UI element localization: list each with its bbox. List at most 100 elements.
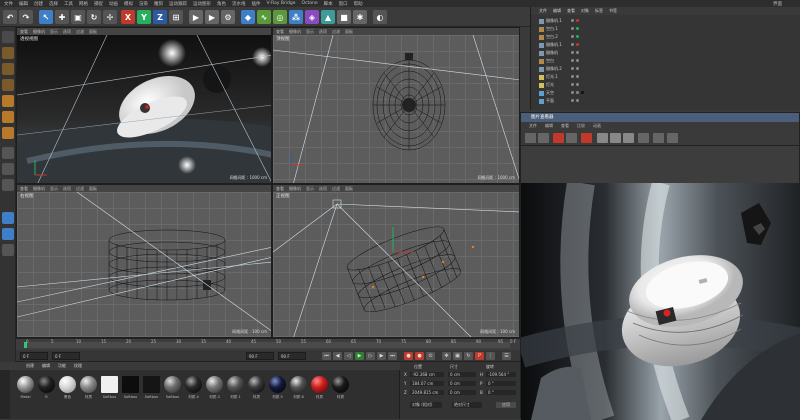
position-key-icon[interactable]: ✥: [442, 352, 451, 360]
viewport-right[interactable]: 查看 摄像机 显示 选项 过滤 面板 右视图 网格间距 : 100 cm: [16, 184, 272, 338]
prev-key-icon[interactable]: ◀: [333, 352, 342, 360]
autokey-icon[interactable]: ●: [415, 352, 424, 360]
vp-menu-view[interactable]: 查看: [276, 186, 284, 192]
render-to-picture-viewer-icon[interactable]: ▶: [205, 10, 219, 24]
object-row[interactable]: 空白.2: [539, 34, 579, 40]
object-visibility[interactable]: [571, 26, 581, 31]
param-key-icon[interactable]: P: [475, 352, 484, 360]
vp-menu-cameras[interactable]: 摄像机: [289, 29, 301, 35]
rotation-b-field[interactable]: 0 °: [486, 390, 516, 395]
spline-icon[interactable]: ∿: [257, 10, 271, 24]
scale-icon[interactable]: ▣: [71, 10, 85, 24]
vp-menu-panel[interactable]: 面板: [89, 186, 97, 192]
apply-button[interactable]: 应用: [496, 402, 516, 408]
menu-create[interactable]: 创建: [34, 1, 43, 7]
pv-menu-animation[interactable]: 动画: [593, 123, 601, 129]
vp-menu-filter[interactable]: 过滤: [332, 29, 340, 35]
object-visibility[interactable]: [571, 50, 581, 55]
mat-menu-function[interactable]: 功能: [58, 363, 66, 369]
vp-menu-options[interactable]: 选项: [63, 186, 71, 192]
material-swatch[interactable]: Softbox: [142, 376, 161, 399]
keyframe-selection-icon[interactable]: ⊙: [426, 352, 435, 360]
object-row[interactable]: 灯光.1: [539, 74, 579, 80]
max-frame-field[interactable]: 90 F: [278, 352, 306, 360]
rotation-h-field[interactable]: -109.564 °: [486, 372, 516, 377]
obj-menu-tags[interactable]: 标签: [595, 8, 603, 14]
material-swatch[interactable]: R: [37, 376, 56, 399]
coord-system-icon[interactable]: ⊞: [169, 10, 183, 24]
material-swatch[interactable]: 材质.1: [226, 376, 245, 400]
menu-sculpt[interactable]: 雕刻: [154, 1, 163, 7]
viewport-solo-icon[interactable]: [2, 228, 14, 240]
vp-menu-panel[interactable]: 面板: [345, 29, 353, 35]
make-editable-icon[interactable]: [2, 31, 14, 43]
object-visibility[interactable]: [571, 34, 581, 39]
timeline-ruler[interactable]: 0 5 10 15 20 25 30 35 40 45 50 55 60 65 …: [16, 338, 520, 350]
vp-menu-panel[interactable]: 面板: [89, 29, 97, 35]
coord-mode-select[interactable]: 对象 (相对): [410, 402, 442, 408]
object-visibility[interactable]: [571, 66, 581, 71]
render-settings-icon[interactable]: ⚙: [221, 10, 235, 24]
position-y-field[interactable]: 184.07 cm: [410, 381, 444, 386]
menu-layout[interactable]: 界面: [773, 1, 782, 7]
vp-menu-display[interactable]: 显示: [50, 29, 58, 35]
size-mode-select[interactable]: 绝对尺寸: [452, 402, 482, 408]
points-mode-icon[interactable]: [2, 95, 14, 107]
object-visibility[interactable]: [571, 58, 581, 63]
picture-viewer-title[interactable]: 图片查看器: [521, 113, 799, 122]
select-icon[interactable]: ↖: [39, 10, 53, 24]
mat-menu-edit[interactable]: 编辑: [42, 363, 50, 369]
object-row[interactable]: 摄像机: [539, 50, 579, 56]
object-visibility[interactable]: [571, 82, 581, 87]
menu-character[interactable]: 角色: [217, 1, 226, 7]
solo-icon[interactable]: [2, 212, 14, 224]
vp-menu-cameras[interactable]: 摄像机: [33, 186, 45, 192]
edges-mode-icon[interactable]: [2, 111, 14, 123]
lock-icon[interactable]: [2, 244, 14, 256]
prev-frame-icon[interactable]: ◁: [344, 352, 353, 360]
undo-icon[interactable]: ↶: [3, 10, 17, 24]
last-tool-icon[interactable]: ✢: [103, 10, 117, 24]
material-swatch[interactable]: 材质: [79, 376, 98, 400]
vp-menu-cameras[interactable]: 摄像机: [289, 186, 301, 192]
history-icon[interactable]: [667, 133, 678, 143]
menu-octane[interactable]: Octane: [302, 1, 318, 6]
size-y-field[interactable]: 0 cm: [448, 381, 476, 386]
object-visibility[interactable]: [571, 18, 581, 23]
material-swatch[interactable]: 材质: [331, 376, 350, 400]
pv-menu-view[interactable]: 查看: [561, 123, 569, 129]
cube-icon[interactable]: ◆: [241, 10, 255, 24]
rotate-icon[interactable]: ↻: [87, 10, 101, 24]
go-to-start-icon[interactable]: ⏮: [322, 352, 331, 360]
timeline-icon[interactable]: ☰: [502, 352, 511, 360]
size-z-field[interactable]: 0 cm: [448, 390, 476, 395]
vp-menu-view[interactable]: 查看: [20, 186, 28, 192]
tweak-mode-icon[interactable]: [2, 163, 14, 175]
timeline-track[interactable]: [24, 342, 510, 348]
vp-menu-view[interactable]: 查看: [276, 29, 284, 35]
mat-menu-create[interactable]: 创建: [26, 363, 34, 369]
render-output[interactable]: [521, 183, 800, 420]
menu-help[interactable]: 帮助: [354, 1, 363, 7]
object-visibility[interactable]: [571, 74, 581, 79]
object-row[interactable]: 空白.1: [539, 26, 579, 32]
mat-menu-texture[interactable]: 纹理: [74, 363, 82, 369]
viewport-perspective[interactable]: 查看 摄像机 显示 选项 过滤 面板 透视视图 网格间距 : 1000 cm: [16, 27, 272, 184]
object-visibility[interactable]: [571, 42, 581, 47]
pv-menu-compare[interactable]: 比较: [577, 123, 585, 129]
menu-animate[interactable]: 动画: [109, 1, 118, 7]
pv-menu-edit[interactable]: 编辑: [545, 123, 553, 129]
vp-menu-options[interactable]: 选项: [319, 186, 327, 192]
menu-window[interactable]: 窗口: [339, 1, 348, 7]
vp-menu-filter[interactable]: 过滤: [76, 186, 84, 192]
material-swatch[interactable]: Softbox: [121, 376, 140, 399]
snap-icon[interactable]: [2, 179, 14, 191]
menu-mesh[interactable]: 网格: [79, 1, 88, 7]
vp-menu-display[interactable]: 显示: [50, 186, 58, 192]
viewport-top[interactable]: 查看 摄像机 显示 选项 过滤 面板 顶视图 网格间距 : 1000 cm: [272, 27, 520, 184]
material-swatch[interactable]: Softbox: [163, 376, 182, 399]
object-visibility[interactable]: [571, 90, 586, 95]
octane-icon[interactable]: ◐: [373, 10, 387, 24]
viewport-front[interactable]: 查看 摄像机 显示 选项 过滤 面板 正视图 网格间距 : 100 cm: [272, 184, 520, 338]
light-icon[interactable]: ✱: [353, 10, 367, 24]
